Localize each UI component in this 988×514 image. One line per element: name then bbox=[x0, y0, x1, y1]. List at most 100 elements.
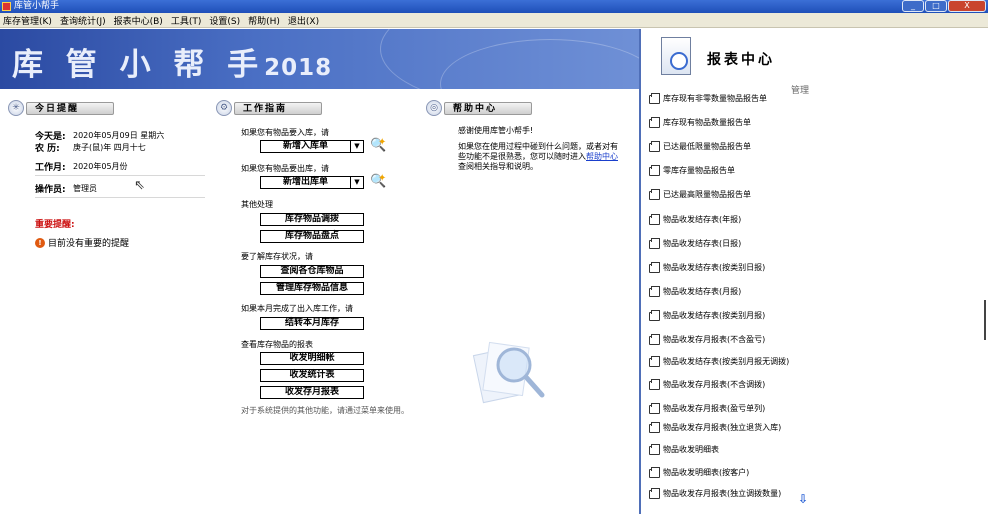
close-button[interactable]: X bbox=[948, 0, 986, 12]
manage-items-button[interactable]: 管理库存物品信息 bbox=[260, 282, 364, 295]
banner: 库 管 小 帮 手2018 bbox=[0, 29, 639, 89]
main-panel: ✳ 今日提醒 今天是: 2020年05月09日 星期六 农 历: 庚子(鼠)年 … bbox=[0, 89, 639, 514]
printer-icon bbox=[649, 467, 660, 478]
gear-icon: ⚙ bbox=[216, 100, 232, 116]
statistics-button[interactable]: 收发统计表 bbox=[260, 369, 364, 382]
guide-line-report: 查看库存物品的报表 bbox=[241, 340, 313, 349]
window-title: 库管小帮手 bbox=[14, 1, 60, 11]
operator-value: 管理员 bbox=[73, 183, 97, 193]
report-title: 报表中心 bbox=[707, 52, 775, 68]
guide-title: 工作指南 bbox=[234, 101, 322, 115]
report-item[interactable]: 库存现有物品数量报告单 bbox=[649, 117, 751, 128]
guide-line-month: 如果本月完成了出入库工作，请 bbox=[241, 304, 353, 313]
operator-row: 操作员: 管理员 bbox=[35, 179, 205, 198]
report-item[interactable]: 物品收发存月报表(不含盈亏) bbox=[649, 334, 765, 345]
outbound-dropdown[interactable]: ▼ bbox=[350, 176, 364, 189]
printer-icon bbox=[649, 286, 660, 297]
report-item[interactable]: 物品收发明细表(按客户) bbox=[649, 467, 749, 478]
printer-icon bbox=[649, 117, 660, 128]
workmonth-row: 工作月: 2020年05月份 bbox=[35, 157, 205, 176]
menu-tools[interactable]: 工具(T) bbox=[171, 14, 202, 27]
scroll-indicator[interactable] bbox=[984, 300, 986, 340]
today-date-value: 2020年05月09日 星期六 bbox=[73, 130, 165, 140]
banner-logo: 库 管 小 帮 手2018 bbox=[12, 39, 332, 84]
menu-exit[interactable]: 退出(X) bbox=[288, 14, 319, 27]
printer-icon bbox=[649, 334, 660, 345]
report-manage-link[interactable]: 管理 bbox=[791, 83, 809, 96]
report-item[interactable]: 已达最高限量物品报告单 bbox=[649, 189, 751, 200]
maximize-button[interactable]: □ bbox=[925, 0, 947, 12]
help-welcome: 感谢使用库管小帮手! bbox=[458, 126, 534, 135]
printer-icon bbox=[649, 165, 660, 176]
window-controls: _ □ X bbox=[902, 0, 986, 13]
wizard-icon[interactable]: 🔍 ✦ bbox=[370, 173, 386, 190]
reminder-title: 重要提醒: bbox=[35, 220, 75, 230]
menu-reports[interactable]: 报表中心(B) bbox=[114, 14, 163, 27]
mouse-pointer-icon: ⇖ bbox=[134, 178, 145, 193]
printer-icon bbox=[649, 262, 660, 273]
help-body-2: 查阅相关指导和说明。 bbox=[458, 162, 538, 171]
printer-icon bbox=[649, 488, 660, 499]
report-item[interactable]: 物品收发存月报表(盈亏单列) bbox=[649, 403, 765, 414]
report-item[interactable]: 零库存量物品报告单 bbox=[649, 165, 735, 176]
workmonth-label: 工作月: bbox=[35, 162, 66, 173]
report-item[interactable]: 已达最低限量物品报告单 bbox=[649, 141, 751, 152]
report-item[interactable]: 物品收发存月报表(独立退货入库) bbox=[649, 422, 781, 433]
warning-icon: ! bbox=[35, 237, 45, 248]
stock-transfer-button[interactable]: 库存物品调拨 bbox=[260, 213, 364, 226]
report-item[interactable]: 物品收发明细表 bbox=[649, 444, 719, 455]
report-item[interactable]: 物品收发结存表(按类别月报) bbox=[649, 310, 765, 321]
today-info: 今天是: 2020年05月09日 星期六 农 历: 庚子(鼠)年 四月十七 工作… bbox=[35, 129, 205, 201]
report-item[interactable]: 物品收发存月报表(不含调拨) bbox=[649, 379, 765, 390]
close-month-button[interactable]: 结转本月库存 bbox=[260, 317, 364, 330]
detail-ledger-button[interactable]: 收发明细帐 bbox=[260, 352, 364, 365]
workmonth-value: 2020年05月份 bbox=[73, 161, 128, 171]
new-inbound-button[interactable]: 新增入库单 bbox=[260, 140, 351, 153]
report-item[interactable]: 物品收发结存表(按类别月报无调拨) bbox=[649, 356, 789, 367]
report-item[interactable]: 物品收发结存表(日报) bbox=[649, 238, 741, 249]
magnifier-icon bbox=[472, 341, 545, 404]
disc-icon: ◎ bbox=[426, 100, 442, 116]
today-title: 今日提醒 bbox=[26, 101, 114, 115]
printer-icon bbox=[649, 238, 660, 249]
report-panel: 报表中心 管理 库存现有非零数量物品报告单 库存现有物品数量报告单 已达最低限量… bbox=[639, 29, 988, 514]
lunar-value: 庚子(鼠)年 四月十七 bbox=[73, 142, 146, 152]
new-outbound-button[interactable]: 新增出库单 bbox=[260, 176, 351, 189]
report-item[interactable]: 库存现有非零数量物品报告单 bbox=[649, 93, 767, 104]
guide-footer: 对于系统提供的其他功能，请通过菜单来使用。 bbox=[241, 406, 409, 415]
report-item[interactable]: 物品收发结存表(按类别日报) bbox=[649, 262, 765, 273]
printer-icon bbox=[649, 356, 660, 367]
wizard-icon[interactable]: 🔍 ✦ bbox=[370, 137, 386, 154]
reminder-item: ! 目前没有重要的提醒 bbox=[35, 236, 129, 249]
app-icon bbox=[2, 2, 11, 11]
stock-count-button[interactable]: 库存物品盘点 bbox=[260, 230, 364, 243]
reminder-text: 目前没有重要的提醒 bbox=[48, 239, 130, 249]
printer-icon bbox=[649, 214, 660, 225]
help-center-link[interactable]: 帮助中心 bbox=[586, 152, 618, 161]
inbound-dropdown[interactable]: ▼ bbox=[350, 140, 364, 153]
minimize-button[interactable]: _ bbox=[902, 0, 924, 12]
guide-line-out: 如果您有物品要出库，请 bbox=[241, 164, 329, 173]
printer-icon bbox=[649, 141, 660, 152]
report-item[interactable]: 物品收发结存表(月报) bbox=[649, 286, 741, 297]
menu-help[interactable]: 帮助(H) bbox=[248, 14, 280, 27]
snowflake-icon: ✳ bbox=[8, 100, 24, 116]
menu-inventory[interactable]: 库存管理(K) bbox=[3, 14, 52, 27]
report-item[interactable]: 物品收发结存表(年报) bbox=[649, 214, 741, 225]
banner-title: 库 管 小 帮 手 bbox=[12, 47, 265, 83]
query-warehouse-button[interactable]: 查阅各仓库物品 bbox=[260, 265, 364, 278]
guide-line-status: 要了解库存状况，请 bbox=[241, 252, 313, 261]
menu-settings[interactable]: 设置(S) bbox=[209, 14, 240, 27]
printer-icon bbox=[649, 403, 660, 414]
lunar-row: 农 历: 庚子(鼠)年 四月十七 bbox=[35, 141, 205, 154]
help-header: ◎ 帮助中心 bbox=[426, 100, 532, 116]
today-header: ✳ 今日提醒 bbox=[8, 100, 114, 116]
help-text: 感谢使用库管小帮手! 如果您在使用过程中碰到什么问题，或者对有些功能不是很熟悉，… bbox=[458, 126, 618, 172]
menu-query[interactable]: 查询统计(J) bbox=[60, 14, 106, 27]
monthly-report-button[interactable]: 收发存月报表 bbox=[260, 386, 364, 399]
report-item[interactable]: 物品收发存月报表(独立调拨数量) bbox=[649, 488, 781, 499]
scroll-down-arrow-icon[interactable]: ⇩ bbox=[798, 492, 808, 506]
printer-icon bbox=[649, 189, 660, 200]
printer-icon bbox=[649, 93, 660, 104]
operator-label: 操作员: bbox=[35, 184, 66, 195]
